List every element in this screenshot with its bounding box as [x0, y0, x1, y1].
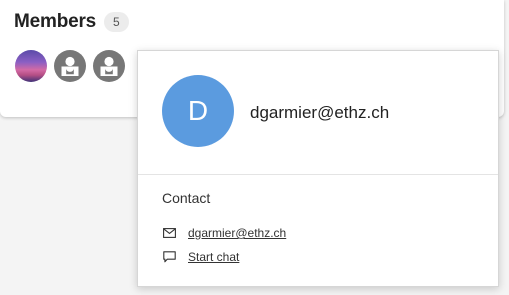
member-avatar-generic[interactable] — [93, 50, 125, 82]
members-count-badge: 5 — [104, 12, 129, 32]
profile-initial: D — [187, 95, 209, 126]
profile-header: D dgarmier@ethz.ch — [138, 51, 498, 175]
contact-email-row: dgarmier@ethz.ch — [162, 225, 286, 241]
contact-chat-row: Start chat — [162, 249, 239, 265]
member-avatar-photo[interactable] — [15, 50, 47, 82]
contact-heading: Contact — [162, 190, 211, 206]
user-placeholder-icon — [100, 56, 118, 76]
start-chat-link[interactable]: Start chat — [188, 250, 239, 264]
member-avatar-generic[interactable] — [54, 50, 86, 82]
user-placeholder-icon — [61, 56, 79, 76]
mail-icon — [162, 226, 176, 240]
members-header: Members 5 — [14, 11, 129, 33]
member-avatar-list — [15, 50, 132, 82]
profile-popover: D dgarmier@ethz.ch Contact dgarmier@ethz… — [137, 50, 499, 287]
profile-name: dgarmier@ethz.ch — [250, 103, 390, 122]
contact-email-link[interactable]: dgarmier@ethz.ch — [188, 226, 286, 240]
profile-avatar: D — [162, 75, 234, 147]
chat-bubble-icon — [162, 250, 176, 264]
members-title: Members — [14, 11, 97, 32]
